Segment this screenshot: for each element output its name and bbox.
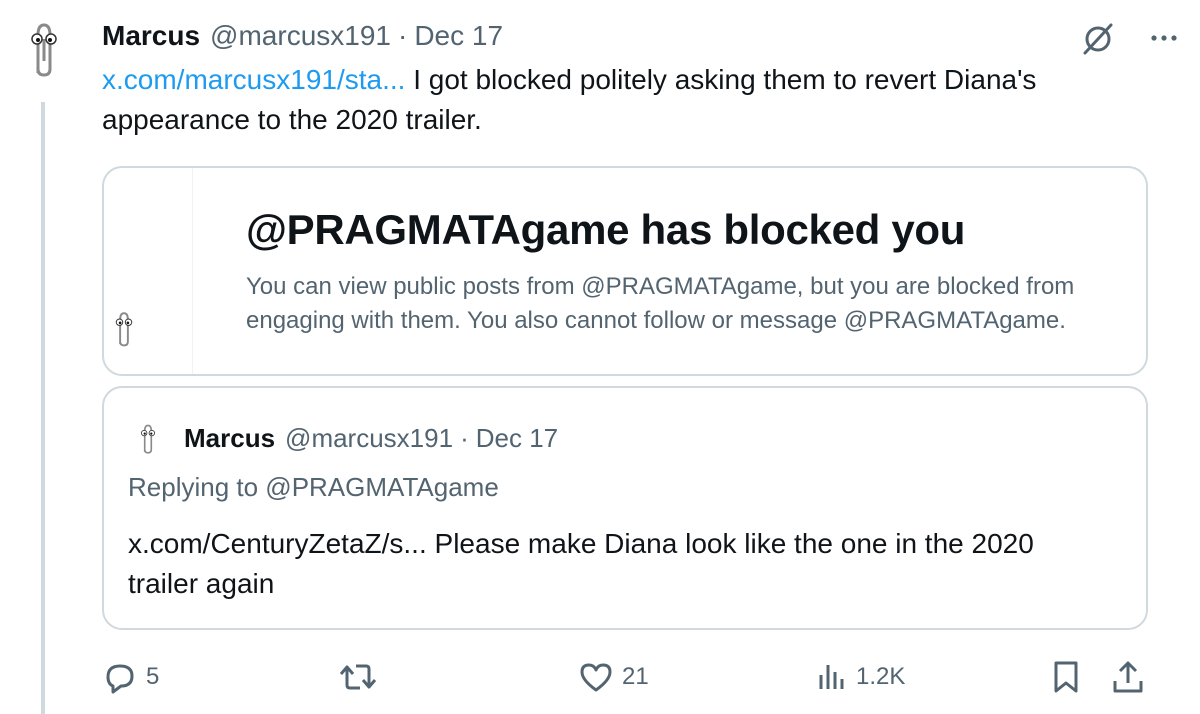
action-bar: 5 21 1.2K	[102, 656, 1152, 698]
author-name[interactable]: Marcus	[102, 20, 200, 52]
repost-button[interactable]	[338, 656, 386, 698]
like-button[interactable]: 21	[578, 656, 649, 698]
paperclip-icon	[31, 23, 57, 77]
share-icon	[1113, 661, 1143, 693]
bookmark-button[interactable]	[1050, 656, 1082, 698]
blocked-title: @PRAGMATAgame has blocked you	[246, 206, 966, 253]
thread-line	[41, 102, 45, 714]
blocked-description: You can view public posts from @PRAGMATA…	[246, 273, 1075, 334]
post-link[interactable]: x.com/marcusx191/sta...	[102, 64, 405, 95]
like-count: 21	[622, 663, 649, 690]
quoted-avatar[interactable]	[128, 418, 168, 458]
quoted-author-handle[interactable]: @marcusx191	[285, 423, 453, 454]
quoted-post-header: Marcus @marcusx191 · Dec 17	[128, 418, 558, 458]
reply-icon	[106, 664, 134, 694]
paperclip-icon	[141, 424, 155, 454]
views-button[interactable]: 1.2K	[816, 656, 905, 698]
quoted-post[interactable]: Marcus @marcusx191 · Dec 17 Replying to …	[102, 386, 1148, 630]
quoted-post-date[interactable]: Dec 17	[476, 423, 558, 454]
reply-count: 5	[146, 663, 160, 690]
header-icons	[1078, 18, 1180, 58]
replying-to: Replying to @PRAGMATAgame	[128, 472, 499, 502]
bookmark-icon	[1054, 661, 1078, 693]
reply-button[interactable]: 5	[102, 656, 159, 698]
paperclip-icon	[115, 312, 133, 347]
more-icon[interactable]	[1148, 22, 1180, 54]
separator: ·	[460, 422, 469, 453]
repost-icon	[339, 664, 377, 690]
post-date[interactable]: Dec 17	[414, 20, 503, 52]
heart-icon	[580, 663, 612, 692]
avatar[interactable]	[4, 4, 84, 92]
card-avatar	[104, 296, 150, 360]
card-divider	[192, 168, 193, 374]
grok-icon[interactable]	[1078, 18, 1118, 58]
views-icon	[819, 665, 844, 689]
post-text: x.com/marcusx191/sta... I got blocked po…	[102, 60, 1162, 140]
post-header: Marcus @marcusx191 · Dec 17	[102, 18, 1180, 55]
share-button[interactable]	[1110, 656, 1146, 698]
author-handle[interactable]: @marcusx191	[210, 20, 391, 52]
quoted-author-name[interactable]: Marcus	[184, 423, 275, 454]
separator: ·	[397, 20, 408, 51]
blocked-card[interactable]: @PRAGMATAgame has blocked you You can vi…	[102, 166, 1148, 376]
quoted-post-text: x.com/CenturyZetaZ/s... Please make Dian…	[128, 528, 1034, 599]
views-count: 1.2K	[856, 663, 906, 690]
